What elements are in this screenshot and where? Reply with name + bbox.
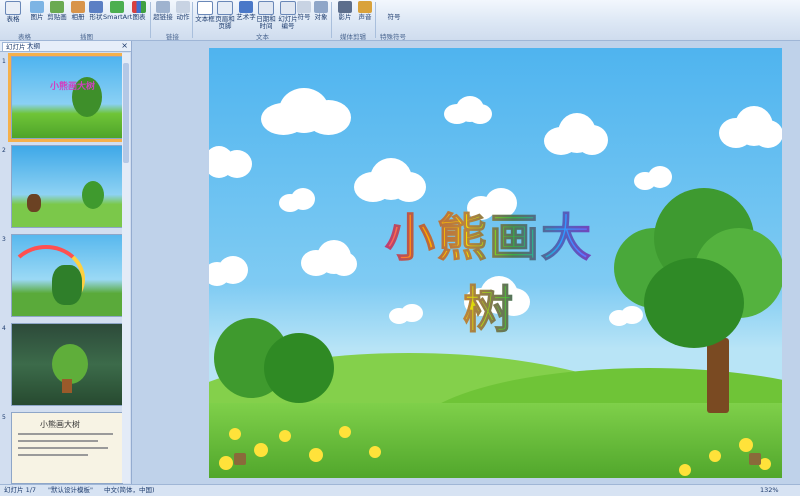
cloud [279,188,317,213]
thumbnail-image: 小熊画大树 [8,53,126,142]
cloud [209,138,252,180]
slide-title[interactable]: 小熊画大树 [369,198,609,342]
group-separator [331,2,332,38]
thumbnail-image: 小熊画大树 [11,412,123,484]
group-separator [375,2,376,38]
status-bar: 幻灯片 1/7 "默认设计模板" 中文(简体，中国) 132% [0,484,800,496]
group-separator [150,2,151,38]
cloud [719,106,782,151]
main-slide[interactable]: 小熊画大树 [209,48,782,478]
movie-icon [338,1,352,13]
slide-number: 5 [2,414,6,421]
clipart-icon [50,1,64,13]
sound-icon [358,1,372,13]
tree-crown [604,188,782,358]
group-separator [192,2,193,38]
cloud [354,158,426,203]
album-icon [71,1,85,13]
table-button[interactable]: 表格 [2,1,24,23]
smartart-button[interactable]: SmartArt [103,1,132,21]
theme-name: "默认设计模板" [48,486,93,494]
object-button[interactable]: 对象 [310,1,332,21]
picture-button[interactable]: 图片 [26,1,48,21]
slide-number: 3 [2,236,6,243]
thumbnail-image [11,145,123,228]
cloud [261,88,351,138]
scrollbar-thumb[interactable] [123,63,129,163]
action-icon [176,1,190,13]
textbox-icon [197,1,213,15]
header-footer-icon [217,1,233,15]
slide-number: 1 [2,58,6,65]
panel-scrollbar[interactable] [122,53,130,483]
flower-field [209,408,782,478]
group-label-table: 表格 [18,33,31,41]
ribbon: 表格 图片 剪贴画 相册 形状 SmartArt 图表 表格 插图 超链接 动作… [0,0,800,41]
group-label-illustrations: 插图 [80,33,93,41]
cloud [634,166,672,190]
cloud [444,96,492,124]
slide-number: 4 [2,325,6,332]
zoom-level[interactable]: 132% [760,485,779,496]
clipart-button[interactable]: 剪贴画 [46,1,68,21]
group-label-media: 媒体剪辑 [340,33,366,41]
group-label-special: 特殊符号 [380,33,406,41]
group-label-text: 文本 [256,33,269,41]
hyperlink-icon [156,1,170,13]
slide-counter: 幻灯片 1/7 [4,486,37,494]
group-label-links: 链接 [166,33,179,41]
cloud [544,113,608,158]
thumbnail-image [11,234,123,317]
bush-left [264,333,334,403]
panel-tabs: 幻灯片 大纲 × [0,41,131,52]
symbol-icon [297,1,311,13]
thumbnail-image [11,323,123,406]
chart-icon [132,1,146,13]
slide-number: 2 [2,147,6,154]
symbol-dropdown[interactable]: 符号 [380,14,408,21]
slide5-title: 小熊画大树 [40,420,80,429]
sound-icon[interactable] [234,453,246,465]
table-icon [5,1,21,15]
chart-button[interactable]: 图表 [128,1,150,21]
sound-button[interactable]: 声音 [354,1,376,21]
tab-outline[interactable]: 大纲 [24,42,43,50]
close-icon[interactable]: × [121,41,128,50]
wordart-icon [239,1,253,13]
cloud [301,240,357,278]
action-button[interactable]: 动作 [172,1,194,21]
shapes-icon [89,1,103,13]
slides-panel: 幻灯片 大纲 × 1 小熊画大树 2 3 4 5 小熊画大树 [0,41,132,484]
movie-button[interactable]: 影片 [334,1,356,21]
hyperlink-button[interactable]: 超链接 [152,1,174,21]
datetime-icon [258,1,274,15]
language: 中文(简体，中国) [104,486,155,494]
picture-icon [30,1,44,13]
smartart-icon [110,1,124,13]
sound-icon[interactable] [749,453,761,465]
cloud [209,256,249,286]
datetime-button[interactable]: 日期和时间 [254,1,278,30]
object-icon [314,1,328,13]
header-footer-button[interactable]: 页眉和页脚 [213,1,237,30]
